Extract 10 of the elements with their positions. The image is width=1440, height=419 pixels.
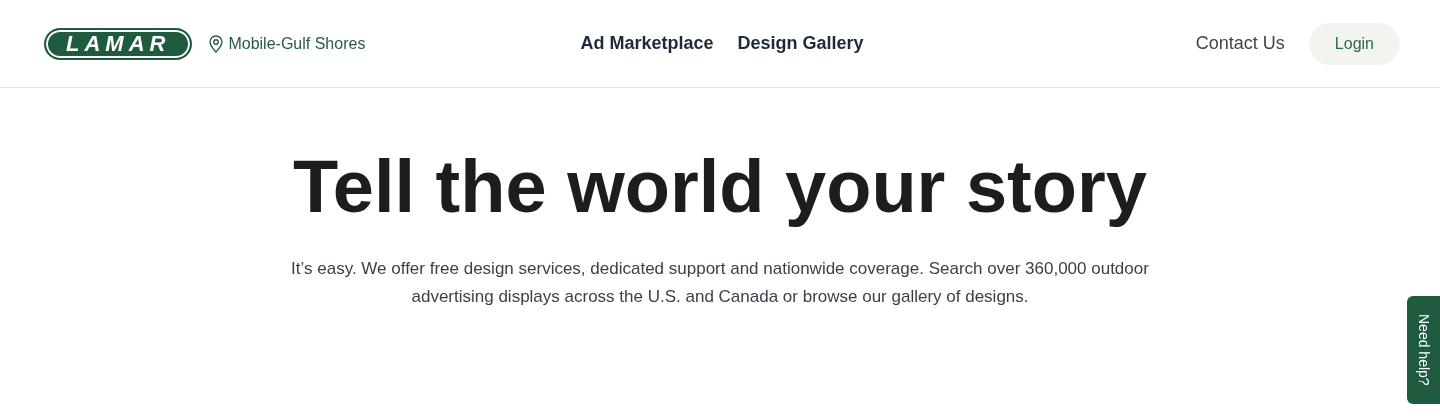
- hero-title: Tell the world your story: [293, 146, 1147, 228]
- hero-description: It’s easy. We offer free design services, dedicated support and nationwide coverage. Search over 360,000 outdoor advertising displays across the U.S. and Canada or browse our gallery of designs.: [290, 258, 1150, 308]
- location-link[interactable]: Mobile-Gulf Shores: [228, 31, 366, 56]
- location-pin-icon: [208, 34, 225, 53]
- contact-link[interactable]: Contact Us: [1195, 30, 1285, 57]
- nav-link[interactable]: Design Gallery: [737, 30, 864, 57]
- nav-link[interactable]: Ad Marketplace: [580, 30, 714, 57]
- logo[interactable]: LAMAR: [44, 27, 193, 60]
- login-button[interactable]: Login: [1308, 22, 1400, 65]
- help-tab[interactable]: Need help?: [1407, 296, 1440, 404]
